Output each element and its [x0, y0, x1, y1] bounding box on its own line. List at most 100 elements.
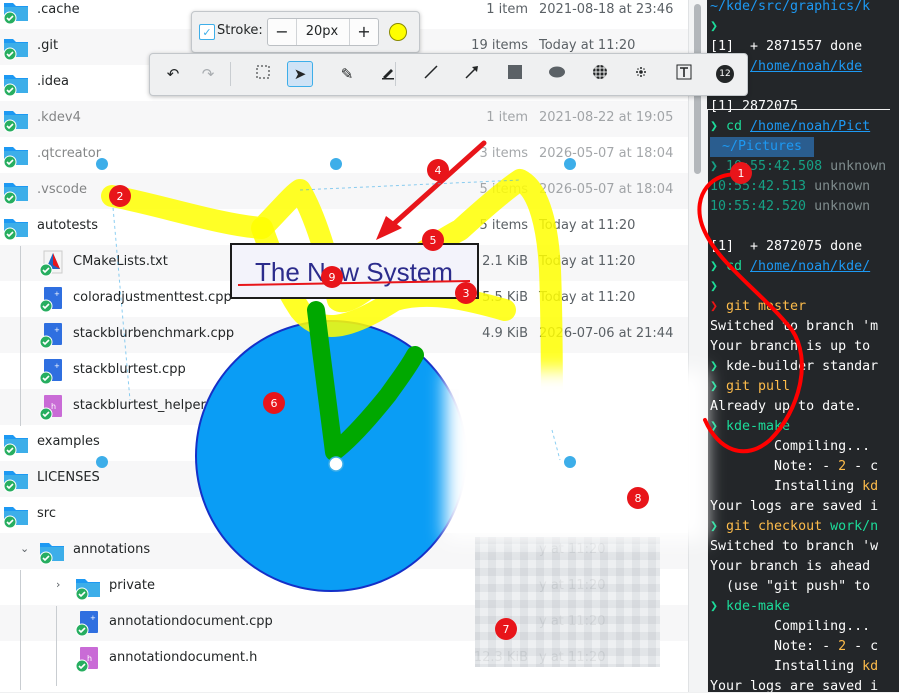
terminal-text: Compiling... — [710, 439, 871, 454]
terminal-view[interactable]: ~/kde/src/graphics/k ❯ [1] + 2871557 done ❯… — [707, 0, 899, 692]
undo-tool-button[interactable]: ↶ — [160, 61, 186, 87]
rectangle-icon — [507, 64, 523, 84]
terminal-line: Your logs are saved i — [710, 497, 878, 517]
file-row[interactable]: + coloradjustmenttest.cpp 5.5 KiB Today at … — [0, 281, 688, 317]
arrow-icon — [464, 64, 480, 84]
ellipse-icon — [548, 64, 566, 84]
terminal-text: 2 — [838, 639, 847, 654]
rectangle-tool-button[interactable] — [502, 61, 528, 87]
terminal-line: 10:55:42.520 unknown — [710, 197, 870, 217]
file-modified-date: 2026-07-06 at 21:44 — [539, 326, 674, 341]
arrow-tool-button[interactable] — [459, 61, 485, 87]
select-region-tool-button[interactable] — [250, 61, 276, 87]
folder-icon — [2, 429, 30, 457]
terminal-text: ❯ — [710, 419, 727, 434]
ellipse-tool-button[interactable] — [544, 61, 570, 87]
file-size: 5.5 KiB — [482, 290, 528, 305]
folder-icon — [2, 33, 30, 61]
terminal-line: ❯ git checkout work/n — [710, 517, 878, 537]
tree-guide-line — [56, 606, 57, 686]
terminal-text: Switched to branch 'w — [710, 539, 879, 554]
number-tool-button[interactable]: 12 — [712, 61, 738, 87]
file-name: annotationdocument.cpp — [109, 614, 273, 629]
folder-icon — [2, 105, 30, 133]
stroke-color-swatch[interactable] — [389, 23, 407, 41]
decrease-width-button[interactable]: − — [268, 19, 297, 45]
file-row[interactable]: CMakeLists.txt 2.1 KiB Today at 11:20 — [0, 245, 688, 281]
file-row[interactable]: + stackblurbenchmark.cpp 4.9 KiB 2026-07-06… — [0, 317, 688, 353]
terminal-text: ❯ — [710, 519, 727, 534]
file-name: stackblurtest.cpp — [73, 362, 186, 377]
text-tool-button[interactable] — [671, 61, 697, 87]
file-row[interactable]: .kdev4 1 item 2021-08-22 at 19:05 — [0, 101, 688, 137]
terminal-text: - c — [846, 639, 879, 654]
terminal-text: Your branch is up to — [710, 339, 871, 354]
chevron-down-icon[interactable]: ⌄ — [20, 542, 29, 555]
file-size: 1 item — [486, 2, 528, 17]
undo-icon: ↶ — [166, 65, 180, 83]
file-list[interactable]: .cache 1 item 2021-08-18 at 23:46 .git 19 it… — [0, 0, 707, 692]
freehand-tool-button[interactable]: ✎ — [334, 61, 360, 87]
file-modified-date: y at 11:20 — [539, 614, 606, 629]
file-list-scrollbar[interactable] — [688, 0, 708, 692]
svg-text:h: h — [51, 402, 56, 411]
terminal-text: /home/noah/kde/ — [750, 259, 871, 274]
file-row[interactable]: examples — [0, 425, 688, 461]
terminal-text: kd — [862, 479, 879, 494]
pixelate-tool-button[interactable] — [587, 61, 613, 87]
file-size: 19 items — [471, 38, 528, 53]
tree-guide-line — [20, 246, 21, 426]
file-row[interactable]: LICENSES — [0, 461, 688, 497]
file-size: 4.9 KiB — [482, 326, 528, 341]
terminal-line: ❯ cd /home/noah/kde/ — [710, 257, 870, 277]
file-row[interactable]: + annotationdocument.cpp y at 11:20 — [0, 605, 688, 641]
file-row[interactable]: autotests 5 items Today at 11:20 — [0, 209, 688, 245]
file-modified-date: Today at 11:20 — [539, 254, 636, 269]
file-row[interactable]: h annotationdocument.h 12.3 KiB y at 11:20 — [0, 641, 688, 677]
folder-icon — [2, 69, 30, 97]
terminal-line: Your branch is ahead — [710, 557, 870, 577]
terminal-line: ❯ 10:55:42.508 unknown — [710, 157, 886, 177]
terminal-text: ❯ — [710, 379, 727, 394]
terminal-text: cd — [726, 259, 751, 274]
pointer-tool-button[interactable]: ➤ — [287, 61, 313, 87]
terminal-text: Your logs are saved i — [710, 679, 879, 692]
terminal-text: git master — [726, 299, 807, 314]
folder-icon — [2, 177, 30, 205]
blur-tool-button[interactable] — [628, 61, 654, 87]
file-row[interactable]: h stackblurtest_helpers — [0, 389, 688, 425]
file-name: .kdev4 — [37, 110, 81, 125]
terminal-text: Note: - — [710, 639, 839, 654]
file-name: private — [109, 578, 155, 593]
stroke-checkbox[interactable]: ✓ — [199, 24, 215, 40]
increase-width-button[interactable]: + — [349, 19, 378, 45]
file-row[interactable]: + stackblurtest.cpp — [0, 353, 688, 389]
redo-tool-button[interactable]: ↷ — [195, 61, 221, 87]
select-region-icon — [255, 64, 271, 84]
stroke-width-value[interactable]: 20px — [296, 19, 348, 45]
highlighter-tool-button[interactable] — [375, 61, 401, 87]
file-name: .vscode — [37, 182, 87, 197]
terminal-text: (use "git push" to — [710, 579, 871, 594]
terminal-line: Already up to date. — [710, 397, 862, 417]
file-row[interactable]: src — [0, 497, 688, 533]
svg-text:+: + — [54, 290, 60, 298]
file-row[interactable]: › private y at 11:20 — [0, 569, 688, 605]
file-name: stackblurtest_helpers — [73, 398, 213, 413]
line-tool-button[interactable] — [418, 61, 444, 87]
file-modified-date: 2026-05-07 at 18:04 — [539, 146, 674, 161]
file-name: .qtcreator — [37, 146, 102, 161]
line-icon — [423, 64, 439, 84]
chevron-right-icon[interactable]: › — [56, 578, 60, 591]
terminal-text: ❯ — [710, 359, 727, 374]
stroke-width-spinbox[interactable]: − 20px + — [267, 18, 379, 46]
file-row[interactable]: ⌄ annotations y at 11:20 — [0, 533, 688, 569]
file-row[interactable]: .qtcreator 3 items 2026-05-07 at 18:04 — [0, 137, 688, 173]
file-row[interactable]: .vscode 5 items 2026-05-07 at 18:04 — [0, 173, 688, 209]
terminal-text: 10:55:42.520 — [710, 199, 815, 214]
terminal-text: ❯ — [710, 599, 727, 614]
terminal-text: Installing — [710, 479, 863, 494]
terminal-line: Your branch is up to — [710, 337, 870, 357]
file-modified-date: 2021-08-18 at 23:46 — [539, 2, 674, 17]
stroke-label: Stroke: — [217, 23, 263, 38]
